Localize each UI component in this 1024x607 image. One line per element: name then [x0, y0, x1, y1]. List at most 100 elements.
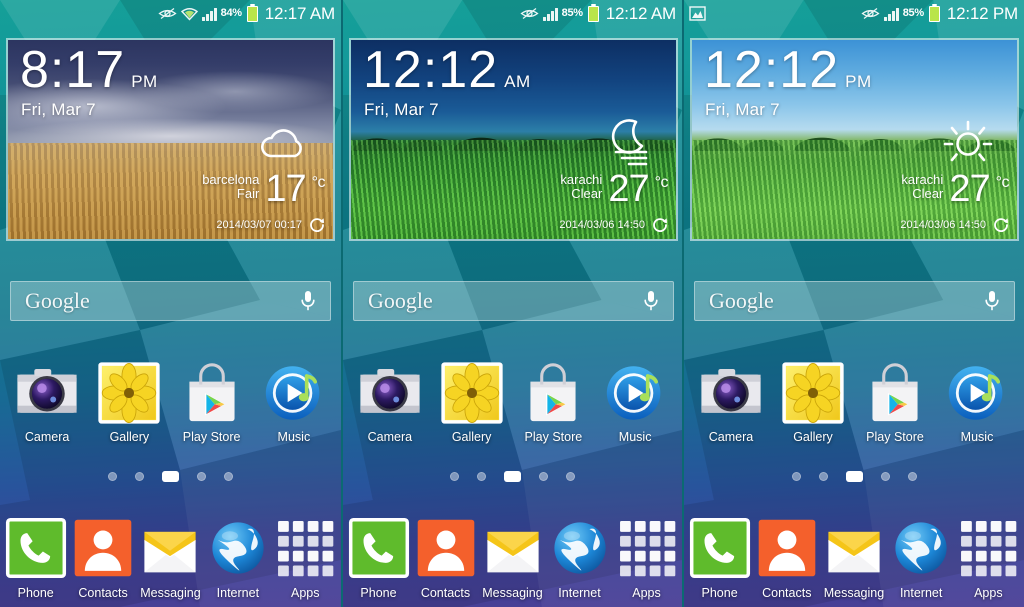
app-label: Music: [277, 430, 311, 444]
dock-shortcut-contacts[interactable]: Contacts: [415, 517, 477, 600]
page-dot[interactable]: [539, 472, 548, 481]
status-bar[interactable]: 84% 12:17 AM: [0, 0, 341, 27]
page-indicator[interactable]: [684, 471, 1024, 482]
dock-shortcut-messaging[interactable]: Messaging: [139, 517, 201, 600]
app-shortcut-gallery[interactable]: Gallery: [98, 362, 161, 444]
dock-shortcut-phone[interactable]: Phone: [348, 517, 410, 600]
app-label: Play Store: [182, 430, 241, 444]
signal-icon: [542, 7, 558, 21]
dock-shortcut-apps[interactable]: Apps: [274, 517, 336, 600]
weather-updated-row[interactable]: 2014/03/06 14:50: [900, 217, 1009, 233]
refresh-icon[interactable]: [652, 217, 668, 233]
clock-weather-widget[interactable]: 12:12 PM Fri, Mar 7 karachi Clear 27 °c …: [690, 38, 1019, 241]
page-indicator[interactable]: [0, 471, 341, 482]
dock-label: Contacts: [420, 586, 471, 600]
status-bar-system-icons[interactable]: 84% 12:17 AM: [158, 3, 335, 24]
play-store-icon: [864, 362, 926, 424]
sun-icon: [941, 118, 995, 166]
app-label: Camera: [367, 430, 413, 444]
contacts-icon: [756, 517, 818, 579]
gallery-icon: [440, 362, 503, 424]
page-dot-active-home[interactable]: [504, 471, 521, 482]
weather-updated-row[interactable]: 2014/03/06 14:50: [559, 217, 668, 233]
weather-summary[interactable]: karachi Clear 27 °c: [560, 171, 668, 209]
app-shortcut-gallery[interactable]: Gallery: [440, 362, 503, 444]
eye-icon: [520, 7, 539, 20]
page-dot-active-home[interactable]: [162, 471, 179, 482]
microphone-icon[interactable]: [300, 290, 316, 312]
google-search-bar[interactable]: Google: [353, 281, 674, 321]
refresh-icon[interactable]: [309, 217, 325, 233]
dock-shortcut-internet[interactable]: Internet: [549, 517, 611, 600]
page-dot[interactable]: [450, 472, 459, 481]
signal-icon: [201, 7, 217, 21]
app-shortcut-camera[interactable]: Camera: [359, 362, 421, 444]
dock-shortcut-messaging[interactable]: Messaging: [823, 517, 885, 600]
weather-summary[interactable]: barcelona Fair 17 °c: [202, 171, 325, 209]
play-store-icon: [181, 362, 243, 424]
weather-summary[interactable]: karachi Clear 27 °c: [901, 168, 1009, 211]
home-screen-panel-3: 85% 12:12 PM 12:12 PM Fri, Mar 7 karachi…: [682, 0, 1024, 607]
dock-label: Internet: [899, 586, 943, 600]
microphone-icon[interactable]: [984, 290, 1000, 312]
page-dot[interactable]: [135, 472, 144, 481]
app-shortcut-camera[interactable]: Camera: [16, 362, 78, 444]
app-shortcut-music[interactable]: Music: [263, 362, 325, 444]
weather-temperature: 27: [949, 168, 990, 211]
dock-shortcut-apps[interactable]: Apps: [957, 517, 1019, 600]
microphone-icon[interactable]: [643, 290, 659, 312]
dock-shortcut-internet[interactable]: Internet: [207, 517, 269, 600]
page-dot[interactable]: [108, 472, 117, 481]
status-bar-system-icons[interactable]: 85% 12:12 AM: [520, 3, 676, 24]
page-dot[interactable]: [907, 472, 917, 481]
moon-haze-icon: [600, 118, 654, 166]
weather-updated-row[interactable]: 2014/03/07 00:17: [216, 217, 325, 233]
status-bar-system-icons[interactable]: 85% 12:12 PM: [861, 3, 1018, 24]
widget-clock[interactable]: 8:17 PM: [20, 44, 158, 96]
dock-shortcut-internet[interactable]: Internet: [890, 517, 952, 600]
page-indicator[interactable]: [343, 471, 682, 482]
clock-weather-widget[interactable]: 8:17 PM Fri, Mar 7 barcelona Fair 17 °c …: [6, 38, 335, 241]
page-dot[interactable]: [566, 472, 575, 481]
page-dot[interactable]: [224, 472, 233, 481]
page-dot[interactable]: [880, 472, 890, 481]
dock-label: Messaging: [823, 586, 885, 600]
page-dot[interactable]: [197, 472, 206, 481]
clock-weather-widget[interactable]: 12:12 AM Fri, Mar 7 karachi Clear 27 °c: [349, 38, 678, 241]
status-bar-notifications[interactable]: [689, 6, 861, 21]
status-bar[interactable]: 85% 12:12 AM: [343, 0, 682, 27]
favorites-dock: Phone Contacts Messaging Internet Apps: [0, 517, 341, 600]
app-label: Music: [960, 430, 994, 444]
widget-clock[interactable]: 12:12 AM: [363, 44, 531, 96]
page-dot[interactable]: [477, 472, 486, 481]
page-dot[interactable]: [791, 472, 801, 481]
dock-label: Phone: [701, 586, 738, 600]
dock-shortcut-contacts[interactable]: Contacts: [72, 517, 134, 600]
page-dot-active-home[interactable]: [845, 471, 863, 482]
wifi-icon: [180, 7, 198, 21]
dock-shortcut-phone[interactable]: Phone: [689, 517, 751, 600]
app-shortcut-music[interactable]: Music: [604, 362, 666, 444]
signal-icon: [883, 7, 899, 21]
apps-grid-icon: [616, 517, 678, 579]
app-shortcut-camera[interactable]: Camera: [700, 362, 762, 444]
google-search-bar[interactable]: Google: [10, 281, 331, 321]
dock-shortcut-messaging[interactable]: Messaging: [482, 517, 544, 600]
widget-clock[interactable]: 12:12 PM: [704, 44, 872, 96]
dock-shortcut-contacts[interactable]: Contacts: [756, 517, 818, 600]
status-bar[interactable]: 85% 12:12 PM: [684, 0, 1024, 27]
refresh-icon[interactable]: [993, 217, 1009, 233]
widget-clock-time: 12:12: [704, 41, 840, 99]
page-dot[interactable]: [818, 472, 828, 481]
dock-label: Contacts: [762, 586, 812, 600]
app-shortcut-gallery[interactable]: Gallery: [782, 362, 844, 444]
app-shortcut-play-store[interactable]: Play Store: [522, 362, 584, 444]
app-shortcut-play-store[interactable]: Play Store: [181, 362, 243, 444]
app-shortcut-play-store[interactable]: Play Store: [864, 362, 926, 444]
google-search-bar[interactable]: Google: [694, 281, 1015, 321]
app-shortcut-music[interactable]: Music: [946, 362, 1008, 444]
dock-shortcut-phone[interactable]: Phone: [5, 517, 67, 600]
dock-shortcut-apps[interactable]: Apps: [616, 517, 678, 600]
app-label: Gallery: [793, 430, 833, 444]
app-label: Music: [618, 430, 652, 444]
